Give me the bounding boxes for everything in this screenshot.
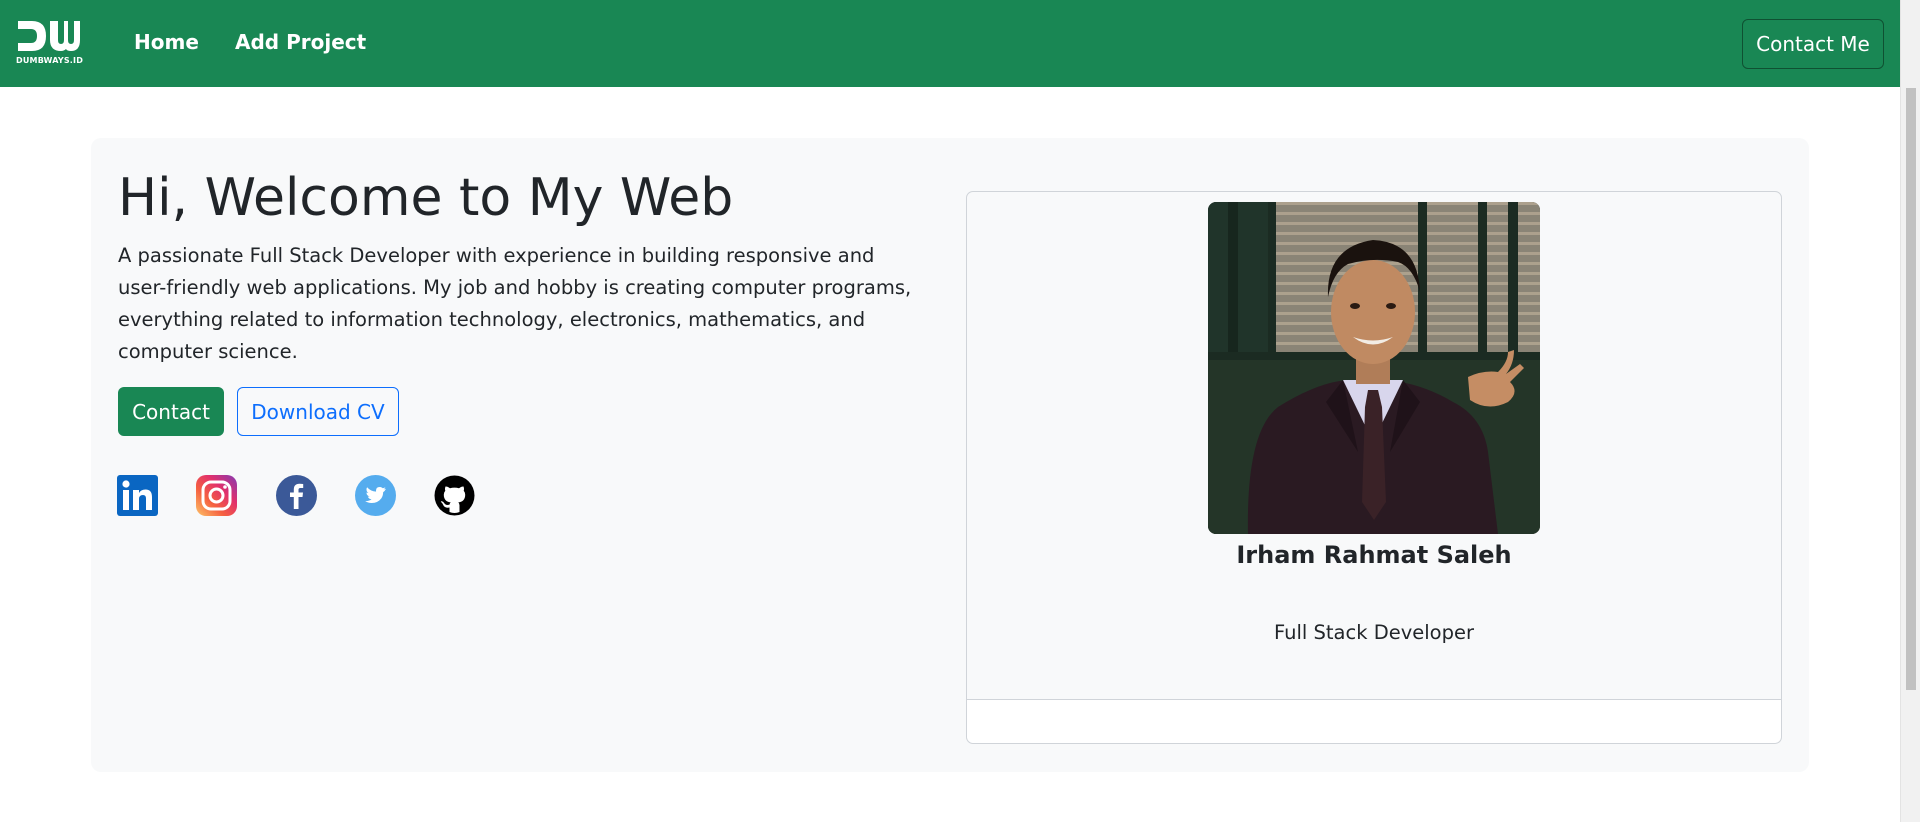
github-icon[interactable] — [434, 475, 475, 516]
brand-logo[interactable]: DUMBWAYS.ID — [16, 18, 83, 68]
dumbways-logo-icon — [18, 21, 80, 51]
profile-name: Irham Rahmat Saleh — [1236, 541, 1512, 569]
twitter-icon[interactable] — [355, 475, 396, 516]
navbar: DUMBWAYS.ID Home Add Project Contact Me — [0, 0, 1900, 87]
card-footer — [967, 699, 1781, 743]
nav-add-project-link[interactable]: Add Project — [235, 30, 366, 54]
profile-role: Full Stack Developer — [1273, 621, 1475, 644]
contact-me-button[interactable]: Contact Me — [1742, 19, 1884, 69]
facebook-icon[interactable] — [276, 475, 317, 516]
hero-title: Hi, Welcome to My Web — [118, 168, 734, 228]
brand-text: DUMBWAYS.ID — [16, 56, 84, 65]
profile-photo — [1208, 202, 1540, 534]
nav-home-link[interactable]: Home — [134, 30, 199, 54]
download-cv-button[interactable]: Download CV — [237, 387, 399, 436]
linkedin-icon[interactable] — [117, 475, 158, 516]
page-scrollbar[interactable] — [1900, 0, 1920, 822]
contact-button[interactable]: Contact — [118, 387, 224, 436]
scrollbar-thumb[interactable] — [1906, 88, 1916, 690]
hero-description: A passionate Full Stack Developer with e… — [118, 244, 912, 363]
instagram-icon[interactable] — [196, 475, 237, 516]
